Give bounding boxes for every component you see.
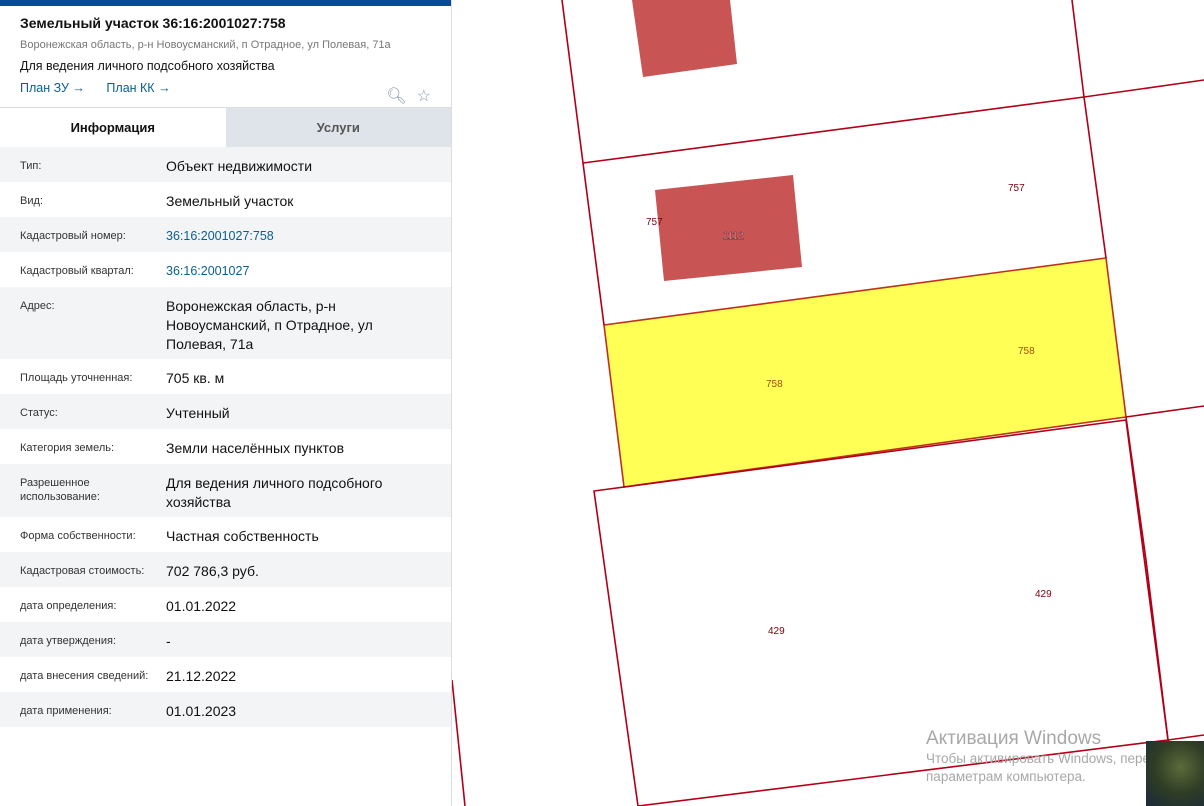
parcel-boundary	[582, 79, 1204, 164]
tab-info[interactable]: Информация	[0, 108, 226, 147]
row-value: 705 кв. м	[166, 370, 225, 386]
row-label: Форма собственности:	[20, 530, 136, 542]
info-panel: Земельный участок 36:16:2001027:758 Воро…	[0, 0, 452, 806]
row-value: Воронежская область, р-н Новоусманский, …	[166, 298, 373, 352]
row-value: Для ведения личного подсобного хозяйства	[166, 475, 383, 510]
search-document-icon[interactable]: 🔍︎	[386, 86, 406, 106]
parcel-label: 758	[1018, 346, 1035, 357]
star-icon[interactable]: ☆	[417, 86, 431, 106]
info-row: Форма собственности: Частная собственност…	[0, 517, 451, 552]
info-row: дата применения: 01.01.2023	[0, 692, 451, 727]
info-row: Разрешенное использование: Для ведения ли…	[0, 464, 451, 517]
object-purpose: Для ведения личного подсобного хозяйства	[20, 59, 275, 73]
info-row: дата определения: 01.01.2022	[0, 587, 451, 622]
row-value[interactable]: 36:16:2001027:758	[166, 227, 416, 252]
row-value: Объект недвижимости	[166, 158, 313, 174]
row-value: Земли населённых пунктов	[166, 440, 345, 456]
object-address: Воронежская область, р-н Новоусманский, …	[20, 39, 391, 51]
row-label: Вид:	[20, 195, 43, 207]
parcel-label: 757	[1008, 183, 1025, 194]
info-row: Кадастровая стоимость: 702 786,3 руб.	[0, 552, 451, 587]
row-value: 21.12.2022	[166, 668, 237, 684]
info-row: дата внесения сведений: 21.12.2022	[0, 657, 451, 692]
row-label: Разрешенное использование:	[20, 477, 100, 503]
parcel-boundary	[1125, 405, 1204, 418]
row-label: Статус:	[20, 407, 58, 419]
row-value: 01.01.2022	[166, 598, 237, 614]
row-label: Кадастровый номер:	[20, 230, 126, 242]
row-label: Категория земель:	[20, 442, 115, 454]
row-label: Кадастровая стоимость:	[20, 565, 145, 577]
info-table: Тип: Объект недвижимости Вид: Земельный уча…	[0, 147, 451, 727]
row-value: Частная собственность	[166, 528, 319, 544]
row-value: 01.01.2023	[166, 703, 237, 719]
info-row: Кадастровый квартал: 36:16:2001027	[0, 252, 451, 287]
info-row: Адрес: Воронежская область, р-н Новоусман…	[0, 287, 451, 359]
info-row: Категория земель: Земли населённых пункто…	[0, 429, 451, 464]
info-row: Вид: Земельный участок	[0, 182, 451, 217]
parcel-label: 429	[768, 626, 785, 637]
building[interactable]	[632, 0, 737, 77]
row-value: Земельный участок	[166, 193, 294, 209]
row-value: -	[166, 633, 171, 649]
row-label: дата внесения сведений:	[20, 670, 149, 682]
plan-zu-link[interactable]: План ЗУ →	[20, 81, 85, 95]
info-row: дата утверждения: -	[0, 622, 451, 657]
object-title: Земельный участок 36:16:2001027:758	[20, 15, 286, 31]
row-label: дата определения:	[20, 600, 117, 612]
parcel-label: 429	[1035, 589, 1052, 600]
plan-kk-link[interactable]: План КК →	[106, 81, 170, 95]
row-value[interactable]: 36:16:2001027	[166, 262, 416, 287]
parcel-boundary	[1071, 0, 1107, 259]
row-label: Тип:	[20, 160, 42, 172]
row-label: Площадь уточненная:	[20, 372, 133, 384]
row-label: дата утверждения:	[20, 635, 117, 647]
info-row: Статус: Учтенный	[0, 394, 451, 429]
satellite-layer-thumbnail[interactable]	[1146, 741, 1204, 806]
row-value: 702 786,3 руб.	[166, 563, 259, 579]
parcel-758-selected[interactable]	[603, 257, 1127, 488]
parcel-boundary	[451, 679, 466, 806]
info-row: Кадастровый номер: 36:16:2001027:758	[0, 217, 451, 252]
tab-services[interactable]: Услуги	[225, 108, 451, 147]
row-label: Кадастровый квартал:	[20, 265, 134, 277]
row-label: Адрес:	[20, 300, 55, 312]
parcel-label: 758	[766, 379, 783, 390]
building-label: 1112	[723, 231, 744, 242]
row-label: дата применения:	[20, 705, 112, 717]
info-row: Площадь уточненная: 705 кв. м	[0, 359, 451, 394]
building-1112[interactable]	[655, 175, 802, 281]
row-value: Учтенный	[166, 405, 230, 421]
info-row: Тип: Объект недвижимости	[0, 147, 451, 182]
parcel-label: 757	[646, 217, 663, 228]
